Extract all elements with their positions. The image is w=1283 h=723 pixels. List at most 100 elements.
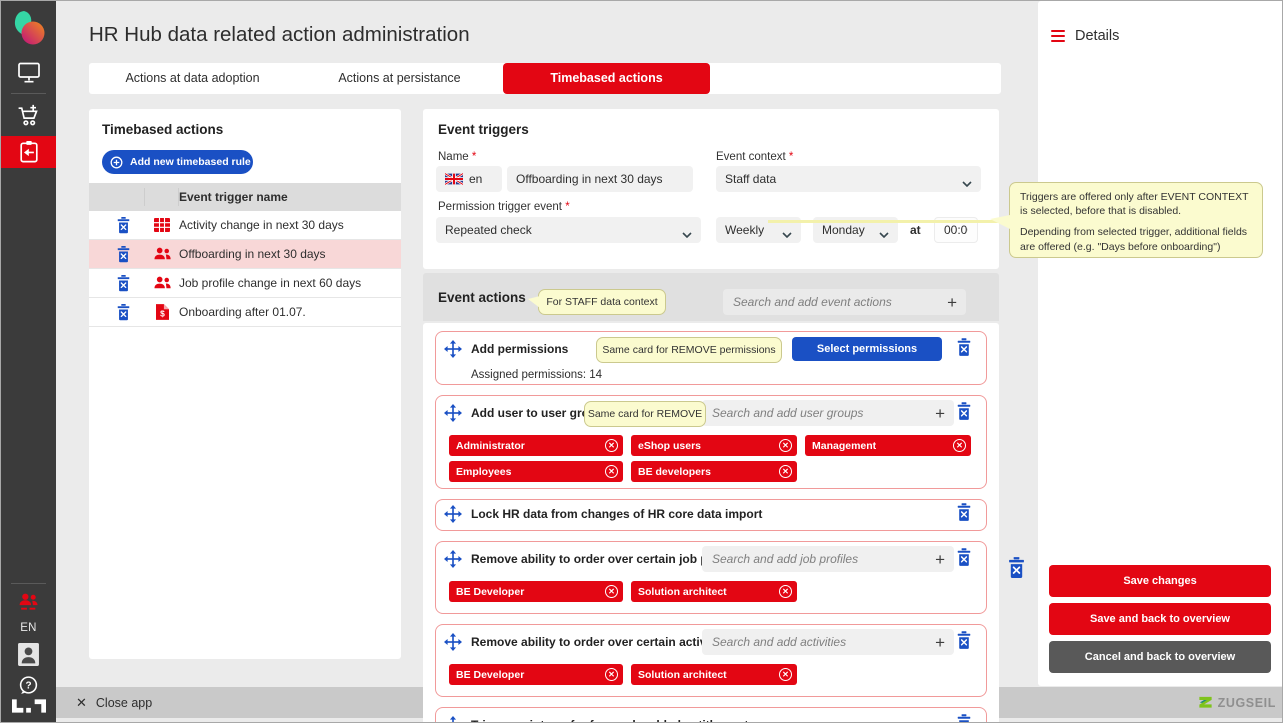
table-row[interactable]: $ Onboarding after 01.07. — [89, 298, 401, 327]
tab-actions-persistance[interactable]: Actions at persistance — [296, 63, 503, 94]
delete-row-icon[interactable] — [101, 274, 145, 292]
activities-search: + — [702, 629, 954, 655]
sidebar-item-actions-active[interactable] — [1, 136, 56, 168]
delete-card-icon[interactable] — [956, 338, 972, 357]
sidebar: EN ? — [1, 1, 56, 722]
uk-flag-icon — [445, 173, 463, 185]
move-icon[interactable] — [444, 505, 463, 523]
user-avatar-icon[interactable] — [1, 642, 56, 666]
trigger-name-field[interactable] — [507, 166, 693, 192]
table-row-selected[interactable]: Offboarding in next 30 days — [89, 240, 401, 269]
job-profile-chip[interactable]: BE Developer ✕ — [449, 581, 623, 602]
trigger-name-input[interactable] — [516, 172, 684, 186]
document-dollar-icon: $ — [145, 304, 179, 320]
user-group-chip[interactable]: Management ✕ — [805, 435, 971, 456]
remove-chip-icon[interactable]: ✕ — [605, 465, 618, 478]
cart-add-icon[interactable] — [1, 100, 56, 130]
user-group-chip[interactable]: eShop users ✕ — [631, 435, 797, 456]
tab-timebased-actions[interactable]: Timebased actions — [503, 63, 710, 94]
delete-row-icon[interactable] — [101, 216, 145, 234]
user-group-chip[interactable]: BE developers ✕ — [631, 461, 797, 482]
user-groups-search-input[interactable] — [702, 406, 927, 420]
language-indicator[interactable]: EN — [1, 620, 56, 636]
add-icon[interactable]: + — [926, 405, 954, 422]
activity-chip[interactable]: BE Developer ✕ — [449, 664, 623, 685]
select-permissions-button[interactable]: Select permissions — [792, 337, 942, 361]
save-changes-button[interactable]: Save changes — [1049, 565, 1271, 597]
add-icon[interactable]: + — [938, 294, 966, 311]
chevron-down-icon — [879, 227, 889, 241]
event-context-select[interactable]: Staff data — [716, 166, 981, 192]
card-tooltip: Same card for REMOVE permissions — [596, 337, 782, 363]
card-title: Remove ability to order over certain job… — [471, 552, 738, 566]
delete-row-icon[interactable] — [101, 245, 145, 263]
remove-chip-icon[interactable]: ✕ — [953, 439, 966, 452]
move-icon[interactable] — [444, 340, 463, 358]
table-row[interactable]: Job profile change in next 60 days — [89, 269, 401, 298]
delete-card-icon[interactable] — [956, 402, 972, 421]
event-trigger-name: Job profile change in next 60 days — [179, 276, 362, 290]
card-title: Lock HR data from changes of HR core dat… — [471, 507, 763, 521]
move-icon[interactable] — [444, 404, 463, 422]
add-timebased-rule-button[interactable]: Add new timebased rule — [102, 150, 253, 174]
remove-chip-icon[interactable]: ✕ — [779, 439, 792, 452]
brand-name: ZUGSEIL — [1217, 695, 1276, 710]
app-window: EN ? ✕ Close app ZUGSEIL HR Hub data rel… — [0, 0, 1283, 723]
move-icon[interactable] — [444, 716, 463, 722]
remove-chip-icon[interactable]: ✕ — [779, 585, 792, 598]
app-logo — [1, 9, 56, 49]
action-card-add-permissions: Add permissions Same card for REMOVE per… — [435, 331, 987, 385]
user-group-chip[interactable]: Administrator ✕ — [449, 435, 623, 456]
event-trigger-name: Activity change in next 30 days — [179, 218, 344, 232]
time-input[interactable] — [944, 223, 968, 237]
tooltip-text: Triggers are offered only after EVENT CO… — [1020, 191, 1249, 218]
user-groups-search: + — [702, 400, 954, 426]
delete-rule-icon[interactable] — [1007, 557, 1026, 582]
delete-card-icon[interactable] — [956, 503, 972, 522]
table-row[interactable]: Activity change in next 30 days — [89, 211, 401, 240]
column-header-event-trigger-name: Event trigger name — [179, 190, 288, 204]
monitor-icon[interactable] — [1, 59, 56, 85]
delete-row-icon[interactable] — [101, 303, 145, 321]
delete-card-icon[interactable] — [956, 631, 972, 650]
event-actions-search-input[interactable] — [723, 295, 939, 309]
tooltip-callout-line — [768, 220, 1013, 223]
close-app-button[interactable]: ✕ Close app — [76, 687, 152, 718]
chevron-down-icon — [682, 227, 692, 241]
delete-card-icon[interactable] — [956, 714, 972, 722]
add-icon[interactable]: + — [926, 634, 954, 651]
save-back-overview-button[interactable]: Save and back to overview — [1049, 603, 1271, 635]
plus-circle-icon — [110, 156, 123, 168]
card-title: Trigger point run for for newly added en… — [471, 718, 755, 722]
language-chip[interactable]: en — [436, 166, 502, 192]
table-header-row: Event trigger name — [89, 183, 401, 211]
activities-search-input[interactable] — [702, 635, 927, 649]
tab-actions-data-adoption[interactable]: Actions at data adoption — [89, 63, 296, 94]
cancel-back-overview-button[interactable]: Cancel and back to overview — [1049, 641, 1271, 673]
remove-chip-icon[interactable]: ✕ — [605, 439, 618, 452]
name-label: Name * — [438, 151, 477, 163]
move-icon[interactable] — [444, 550, 463, 568]
tooltip-text: Depending from selected trigger, additio… — [1020, 226, 1248, 253]
job-profile-chip[interactable]: Solution architect ✕ — [631, 581, 797, 602]
remove-chip-icon[interactable]: ✕ — [779, 465, 792, 478]
action-card-remove-activity: Remove ability to order over certain act… — [435, 624, 987, 697]
menu-icon[interactable] — [1051, 30, 1065, 42]
add-icon[interactable]: + — [926, 551, 954, 568]
action-card-trigger-point-run: Trigger point run for for newly added en… — [435, 707, 987, 722]
job-profiles-search-input[interactable] — [702, 552, 927, 566]
user-group-chip[interactable]: Employees ✕ — [449, 461, 623, 482]
action-card-add-user-group: Add user to user group Same card for REM… — [435, 395, 987, 489]
event-context-label: Event context * — [716, 151, 794, 163]
move-icon[interactable] — [444, 633, 463, 651]
user-groups-icon[interactable] — [1, 590, 56, 614]
event-actions-tooltip: For STAFF data context — [528, 289, 666, 315]
remove-chip-icon[interactable]: ✕ — [605, 585, 618, 598]
remove-chip-icon[interactable]: ✕ — [779, 668, 792, 681]
activity-chip[interactable]: Solution architect ✕ — [631, 664, 797, 685]
delete-card-icon[interactable] — [956, 548, 972, 567]
remove-chip-icon[interactable]: ✕ — [605, 668, 618, 681]
permission-trigger-select[interactable]: Repeated check — [436, 217, 701, 243]
at-label: at — [910, 223, 921, 237]
help-icon[interactable]: ? — [1, 674, 56, 696]
